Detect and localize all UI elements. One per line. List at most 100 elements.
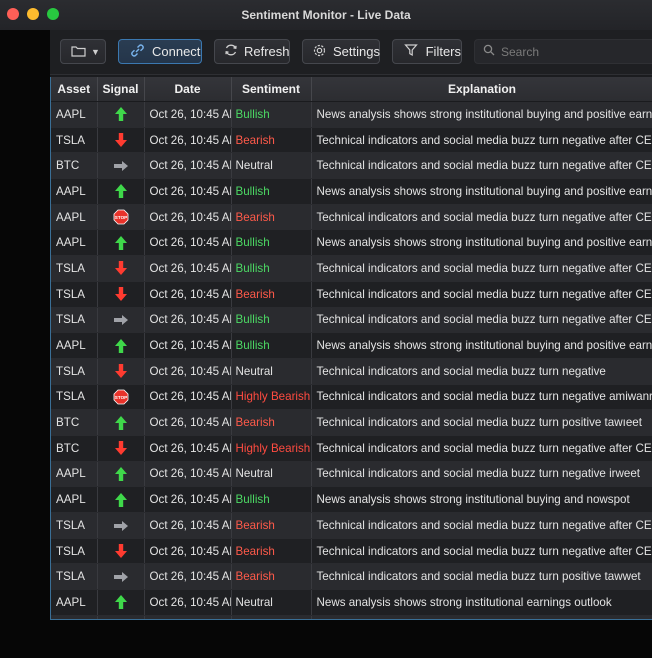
- folder-dropdown-button[interactable]: ▼: [60, 39, 106, 64]
- toolbar: ▼ Connect Refresh Settings Filters: [50, 30, 652, 75]
- asset-cell: TSLA: [51, 563, 98, 591]
- asset-cell: AAPL: [51, 589, 98, 616]
- explanation-cell: Technical indicators and social media bu…: [311, 255, 652, 282]
- date-cell: Oct 26, 10:45 AM: [144, 204, 232, 231]
- refresh-icon: [224, 43, 238, 60]
- signal-cell: [97, 127, 145, 154]
- column-header-explanation[interactable]: Explanation: [311, 77, 652, 102]
- asset-cell: TSLA: [51, 255, 98, 282]
- table-row[interactable]: TSLA Oct 26, 10:45 AM Bullish Technical ind…: [51, 307, 652, 334]
- signal-cell: [97, 486, 145, 513]
- column-header-signal[interactable]: Signal: [97, 77, 145, 102]
- arrow-up-icon: [114, 595, 128, 610]
- table-row[interactable]: AAPL Oct 26, 10:45 AM Bullish News analysis…: [51, 332, 652, 359]
- signal-cell: [97, 332, 145, 359]
- arrow-up-icon: [114, 184, 128, 199]
- date-cell: Oct 26, 10:45 AM: [144, 486, 232, 513]
- table-row[interactable]: TSLA Oct 26, 10:45 AM Bearish Technical ind…: [51, 281, 652, 308]
- sentiment-cell: Bearish: [231, 127, 312, 154]
- table-row[interactable]: TSLA Oct 26, 10:45 AM Bearish Technical ind…: [51, 512, 652, 539]
- asset-cell: BTC: [51, 152, 98, 180]
- explanation-cell: Technical indicators and social media bu…: [311, 204, 652, 231]
- search-box[interactable]: [474, 39, 652, 64]
- arrow-right-icon: [113, 570, 129, 583]
- sentiment-cell: Bearish: [231, 563, 312, 591]
- table-row[interactable]: TSLA Oct 26, 10:45 AM Neutral Technical ind…: [51, 358, 652, 385]
- sentiment-cell: Neutral: [231, 152, 312, 180]
- date-cell: Oct 26, 10:45 AM: [144, 358, 232, 385]
- sentiment-cell: Neutral: [231, 358, 312, 385]
- date-cell: Oct 26, 10:45 AM: [144, 461, 232, 488]
- date-cell: Oct 26, 10:45 AM: [144, 127, 232, 154]
- left-margin: [0, 30, 50, 658]
- sentiment-table: Asset Signal Date Sentiment Explanation …: [50, 77, 652, 620]
- signal-cell: [97, 461, 145, 488]
- date-cell: Oct 26, 10:45 AM: [144, 152, 232, 180]
- asset-cell: TSLA: [51, 384, 98, 411]
- date-cell: Oct 26, 10:45 AM: [144, 538, 232, 565]
- table-row[interactable]: TSLA Oct 26, 10:45 AM Bearish Technical ind…: [51, 563, 652, 591]
- sentiment-cell: Highly Bearish: [231, 435, 312, 462]
- table-row[interactable]: AAPL Oct 26, 10:45 AM Bullish News analysis…: [51, 229, 652, 257]
- column-header-date[interactable]: Date: [144, 77, 232, 102]
- gear-icon: [312, 43, 327, 61]
- table-row[interactable]: BTC Oct 26, 10:45 AM Bearish Technical indi…: [51, 409, 652, 436]
- explanation-cell: News analysis shows strong institutional…: [311, 178, 652, 205]
- table-row[interactable]: TSLA Oct 26, 10:45 AM Bullish Technical ind…: [51, 255, 652, 282]
- table-header-row: Asset Signal Date Sentiment Explanation: [51, 77, 652, 102]
- bottom-margin: [50, 620, 652, 658]
- arrow-up-icon: [114, 492, 128, 507]
- signal-cell: STOP: [97, 384, 145, 411]
- search-input[interactable]: [501, 44, 641, 59]
- filters-button[interactable]: Filters: [392, 39, 462, 64]
- column-header-sentiment[interactable]: Sentiment: [231, 77, 312, 102]
- table-row[interactable]: TSLA Oct 26, 10:45 AM Bearish Technical ind…: [51, 127, 652, 154]
- sentiment-cell: Bullish: [231, 255, 312, 282]
- asset-cell: TSLA: [51, 281, 98, 308]
- table-row[interactable]: AAPL Oct 26, 10:45 AM Neutral News analysis…: [51, 589, 652, 616]
- table-row[interactable]: AAPL Oct 26, 10:45 AM Bullish News analysis…: [51, 101, 652, 128]
- sentiment-cell: Bearish: [231, 409, 312, 436]
- explanation-cell: News analysis shows strong institutional…: [311, 589, 652, 616]
- table-row[interactable]: AAPL Oct 26, 10:45 AM Bullish News analysis…: [51, 486, 652, 513]
- signal-cell: [97, 512, 145, 539]
- signal-cell: STOP: [97, 204, 145, 231]
- signal-cell: [97, 589, 145, 616]
- explanation-cell: Technical indicators and social media bu…: [311, 409, 652, 436]
- explanation-cell: News analysis shows strong institutional…: [311, 486, 652, 513]
- explanation-cell: Technical indicators and social media bu…: [311, 152, 652, 180]
- table-row[interactable]: BTC Oct 26, 10:45 AM Highly Bearish Technic…: [51, 435, 652, 462]
- signal-cell: [97, 152, 145, 180]
- asset-cell: BTC: [51, 435, 98, 462]
- sentiment-cell: Bearish: [231, 281, 312, 308]
- table-row[interactable]: BTC Oct 26, 10:45 AM Neutral Technical indi…: [51, 152, 652, 180]
- refresh-button[interactable]: Refresh: [214, 39, 290, 64]
- explanation-cell: Technical indicators and social media bu…: [311, 307, 652, 334]
- column-header-asset[interactable]: Asset: [51, 77, 98, 102]
- signal-cell: [97, 281, 145, 308]
- explanation-cell: Technical indicators and social media bu…: [311, 538, 652, 565]
- arrow-up-icon: [114, 415, 128, 430]
- table-row[interactable]: AAPL Oct 26, 10:45 AM Neutral Technical ind…: [51, 461, 652, 488]
- asset-cell: TSLA: [51, 307, 98, 334]
- folder-icon: [69, 44, 87, 60]
- table-row[interactable]: TSLA STOP Oct 26, 10:45 AM Highly Bearish Te…: [51, 384, 652, 411]
- sentiment-cell: Bullish: [231, 486, 312, 513]
- signal-cell: [97, 563, 145, 591]
- sentiment-cell: Bearish: [231, 512, 312, 539]
- table-row[interactable]: AAPL STOP Oct 26, 10:45 AM Bearish Technical…: [51, 204, 652, 231]
- refresh-label: Refresh: [244, 44, 290, 59]
- settings-button[interactable]: Settings: [302, 39, 380, 64]
- table-row[interactable]: TSLA Oct 26, 10:45 AM Bearish Technical ind…: [51, 538, 652, 565]
- arrow-up-icon: [114, 338, 128, 353]
- table-row[interactable]: AAPL Oct 26, 10:45 AM Bullish News analysis…: [51, 178, 652, 205]
- sentiment-cell: Bullish: [231, 101, 312, 128]
- arrow-down-icon: [114, 261, 128, 276]
- arrow-down-icon: [114, 544, 128, 559]
- connect-button[interactable]: Connect: [118, 39, 202, 64]
- date-cell: Oct 26, 10:45 AM: [144, 409, 232, 436]
- date-cell: Oct 26, 10:45 AM: [144, 512, 232, 539]
- date-cell: Oct 26, 10:45 AM: [144, 307, 232, 334]
- chevron-down-icon: ▼: [91, 46, 100, 57]
- sentiment-cell: Bullish: [231, 332, 312, 359]
